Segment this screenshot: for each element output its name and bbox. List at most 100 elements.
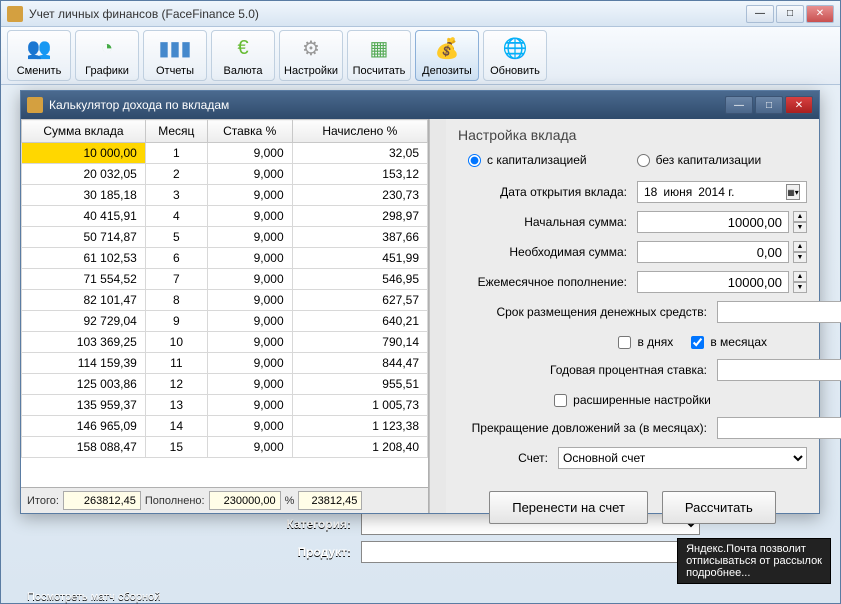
start-sum-input[interactable] bbox=[637, 211, 789, 233]
in-months-checkbox[interactable]: в месяцах bbox=[691, 335, 767, 349]
maximize-button[interactable]: □ bbox=[776, 5, 804, 23]
stop-input[interactable] bbox=[717, 417, 841, 439]
toolbar-графики[interactable]: ◔Графики bbox=[75, 30, 139, 81]
table-row[interactable]: 92 729,0499,000640,21 bbox=[22, 311, 428, 332]
table-row[interactable]: 158 088,47159,0001 208,40 bbox=[22, 437, 428, 458]
tooltip-notification[interactable]: Яндекс.Почта позволитотписываться от рас… bbox=[677, 538, 831, 584]
dialog-close-button[interactable]: ✕ bbox=[785, 96, 813, 114]
product-select[interactable] bbox=[361, 541, 700, 563]
category-label: Категория: bbox=[21, 517, 361, 531]
cap-with-radio[interactable]: с капитализацией bbox=[468, 153, 587, 167]
main-titlebar: Учет личных финансов (FaceFinance 5.0) —… bbox=[1, 1, 840, 27]
table-row[interactable]: 40 415,9149,000298,97 bbox=[22, 206, 428, 227]
обновить-icon: 🌐 bbox=[501, 35, 529, 63]
close-button[interactable]: ✕ bbox=[806, 5, 834, 23]
need-sum-spinner[interactable]: ▲▼ bbox=[793, 241, 807, 263]
in-days-checkbox[interactable]: в днях bbox=[618, 335, 673, 349]
start-sum-label: Начальная сумма: bbox=[458, 215, 637, 229]
table-cell: 71 554,52 bbox=[22, 269, 146, 290]
rate-input[interactable] bbox=[717, 359, 841, 381]
need-sum-input[interactable] bbox=[637, 241, 789, 263]
table-row[interactable]: 82 101,4789,000627,57 bbox=[22, 290, 428, 311]
toolbar-сменить[interactable]: 👥Сменить bbox=[7, 30, 71, 81]
total-value[interactable] bbox=[63, 491, 141, 510]
monthly-input[interactable] bbox=[637, 271, 789, 293]
monthly-spinner[interactable]: ▲▼ bbox=[793, 271, 807, 293]
refill-value[interactable] bbox=[209, 491, 281, 510]
table-cell: 61 102,53 bbox=[22, 248, 146, 269]
сменить-icon: 👥 bbox=[25, 35, 53, 63]
scrollbar[interactable] bbox=[429, 119, 446, 513]
table-cell: 158 088,47 bbox=[22, 437, 146, 458]
table-row[interactable]: 50 714,8759,000387,66 bbox=[22, 227, 428, 248]
table-row[interactable]: 10 000,0019,00032,05 bbox=[22, 143, 428, 164]
table-cell: 4 bbox=[145, 206, 207, 227]
account-select[interactable]: Основной счет bbox=[558, 447, 807, 469]
open-date-picker[interactable]: 18 июня 2014 г. ▦▾ bbox=[637, 181, 807, 203]
minimize-button[interactable]: — bbox=[746, 5, 774, 23]
table-cell: 9,000 bbox=[207, 290, 292, 311]
table-cell: 9,000 bbox=[207, 437, 292, 458]
toolbar-валюта[interactable]: €Валюта bbox=[211, 30, 275, 81]
dialog-minimize-button[interactable]: — bbox=[725, 96, 753, 114]
pct-value[interactable] bbox=[298, 491, 362, 510]
table-row[interactable]: 135 959,37139,0001 005,73 bbox=[22, 395, 428, 416]
table-cell: 9,000 bbox=[207, 332, 292, 353]
table-cell: 82 101,47 bbox=[22, 290, 146, 311]
table-cell: 50 714,87 bbox=[22, 227, 146, 248]
table-cell: 640,21 bbox=[292, 311, 427, 332]
настройки-icon: ⚙ bbox=[297, 35, 325, 63]
table-cell: 125 003,86 bbox=[22, 374, 146, 395]
toolbar-настройки[interactable]: ⚙Настройки bbox=[279, 30, 343, 81]
table-row[interactable]: 103 369,25109,000790,14 bbox=[22, 332, 428, 353]
table-cell: 7 bbox=[145, 269, 207, 290]
table-cell: 1 bbox=[145, 143, 207, 164]
table-cell: 9,000 bbox=[207, 248, 292, 269]
table-cell: 9,000 bbox=[207, 395, 292, 416]
table-cell: 6 bbox=[145, 248, 207, 269]
calendar-icon[interactable]: ▦▾ bbox=[786, 184, 800, 200]
table-cell: 153,12 bbox=[292, 164, 427, 185]
column-header[interactable]: Начислено % bbox=[292, 120, 427, 143]
table-row[interactable]: 20 032,0529,000153,12 bbox=[22, 164, 428, 185]
table-cell: 9,000 bbox=[207, 185, 292, 206]
term-input[interactable] bbox=[717, 301, 841, 323]
table-cell: 13 bbox=[145, 395, 207, 416]
table-cell: 103 369,25 bbox=[22, 332, 146, 353]
advanced-checkbox[interactable]: расширенные настройки bbox=[554, 393, 711, 407]
table-cell: 3 bbox=[145, 185, 207, 206]
toolbar-обновить[interactable]: 🌐Обновить bbox=[483, 30, 547, 81]
table-row[interactable]: 146 965,09149,0001 123,38 bbox=[22, 416, 428, 437]
table-row[interactable]: 114 159,39119,000844,47 bbox=[22, 353, 428, 374]
table-cell: 1 123,38 bbox=[292, 416, 427, 437]
table-cell: 9,000 bbox=[207, 227, 292, 248]
column-header[interactable]: Месяц bbox=[145, 120, 207, 143]
toolbar-посчитать[interactable]: ▦Посчитать bbox=[347, 30, 411, 81]
table-cell: 9,000 bbox=[207, 311, 292, 332]
deposit-table[interactable]: Сумма вкладаМесяцСтавка %Начислено % 10 … bbox=[21, 119, 428, 458]
match-link[interactable]: Посмотреть матч сборной bbox=[27, 591, 160, 603]
toolbar-отчеты[interactable]: ▮▮▮Отчеты bbox=[143, 30, 207, 81]
table-cell: 14 bbox=[145, 416, 207, 437]
account-label: Счет: bbox=[458, 451, 558, 465]
dialog-maximize-button[interactable]: □ bbox=[755, 96, 783, 114]
table-row[interactable]: 30 185,1839,000230,73 bbox=[22, 185, 428, 206]
app-icon bbox=[7, 6, 23, 22]
table-row[interactable]: 125 003,86129,000955,51 bbox=[22, 374, 428, 395]
column-header[interactable]: Ставка % bbox=[207, 120, 292, 143]
column-header[interactable]: Сумма вклада bbox=[22, 120, 146, 143]
calculate-button[interactable]: Рассчитать bbox=[662, 491, 776, 524]
start-sum-spinner[interactable]: ▲▼ bbox=[793, 211, 807, 233]
cap-without-radio[interactable]: без капитализации bbox=[637, 153, 762, 167]
table-cell: 92 729,04 bbox=[22, 311, 146, 332]
table-cell: 230,73 bbox=[292, 185, 427, 206]
table-cell: 12 bbox=[145, 374, 207, 395]
table-cell: 146 965,09 bbox=[22, 416, 146, 437]
table-cell: 9 bbox=[145, 311, 207, 332]
table-cell: 387,66 bbox=[292, 227, 427, 248]
table-row[interactable]: 61 102,5369,000451,99 bbox=[22, 248, 428, 269]
table-cell: 627,57 bbox=[292, 290, 427, 311]
table-row[interactable]: 71 554,5279,000546,95 bbox=[22, 269, 428, 290]
toolbar-депозиты[interactable]: 💰Депозиты bbox=[415, 30, 479, 81]
transfer-button[interactable]: Перенести на счет bbox=[489, 491, 648, 524]
